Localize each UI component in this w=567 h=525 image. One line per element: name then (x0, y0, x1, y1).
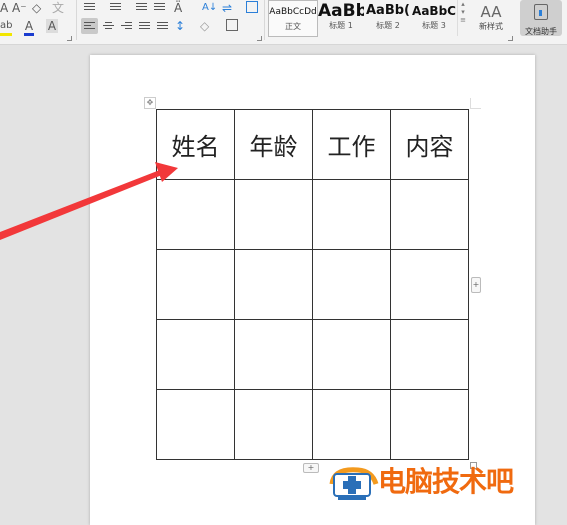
table-cell[interactable]: 工作 (312, 109, 391, 180)
doc-helper-button[interactable]: 文档助手 (520, 0, 562, 36)
table-cell[interactable] (312, 319, 391, 390)
table-cell[interactable]: 内容 (390, 109, 469, 180)
expand-gallery-icon[interactable]: ≡ (458, 16, 468, 24)
table-cell[interactable] (390, 319, 469, 390)
add-row-button[interactable]: + (303, 463, 319, 473)
sort-icon[interactable]: A↓ (202, 1, 217, 15)
doc-helper-icon (534, 4, 548, 20)
grow-font-icon[interactable]: A (0, 1, 8, 15)
table-cell[interactable]: 年龄 (234, 109, 313, 180)
shrink-font-icon[interactable]: A⁻ (12, 1, 27, 15)
table-row (156, 319, 469, 390)
styles-dialog-launcher[interactable] (508, 36, 513, 41)
table-cell[interactable] (156, 249, 235, 320)
table-header-row: 姓名 年龄 工作 内容 (156, 109, 469, 180)
font-color-icon[interactable]: A (24, 19, 34, 36)
paragraph-dialog-launcher[interactable] (257, 36, 262, 41)
table-cell[interactable] (390, 389, 469, 460)
style-gallery-scroll[interactable]: ▴ ▾ ≡ (457, 0, 468, 36)
table-cell[interactable] (390, 179, 469, 250)
table-row (156, 389, 469, 460)
table-cell[interactable]: 姓名 (156, 109, 235, 180)
borders-icon[interactable] (226, 19, 238, 31)
line-spacing-icon[interactable]: ↕ (175, 19, 185, 33)
table-move-handle[interactable]: ✥ (144, 97, 156, 109)
increase-indent-icon[interactable] (154, 3, 165, 12)
table-cell[interactable] (156, 319, 235, 390)
table-row (156, 179, 469, 250)
new-style-button[interactable]: AA 新样式 (472, 2, 510, 32)
table-cell[interactable] (156, 389, 235, 460)
divider (76, 0, 77, 40)
table-cell[interactable] (234, 389, 313, 460)
new-style-icon: AA (480, 3, 502, 21)
phonetic-guide-icon[interactable]: 文 (52, 1, 64, 15)
style-heading-1[interactable]: AaBb 标题 1 (318, 0, 364, 35)
divider (264, 0, 265, 40)
align-left-icon[interactable] (84, 22, 95, 31)
line-spacing-options-icon[interactable]: ⇌ (222, 1, 232, 15)
watermark-logo-icon (329, 467, 379, 500)
table-row (156, 249, 469, 320)
table-cell[interactable] (390, 249, 469, 320)
style-gallery: AaBbCcDd 正文 AaBb 标题 1 AaBb( 标题 2 AaBbC 标… (268, 0, 468, 37)
table-cell[interactable] (156, 179, 235, 250)
font-dialog-launcher[interactable] (67, 36, 72, 41)
highlight-icon[interactable]: ab (0, 19, 13, 36)
borders-panel-icon[interactable] (246, 1, 258, 13)
style-heading-2[interactable]: AaBb( 标题 2 (365, 0, 411, 35)
ribbon-toolbar: A A⁻ ◇ 文 ab A A Ä A↓ ⇌ ↕ ◇ AaBbCcDd 正文 A… (0, 0, 567, 45)
table-cell[interactable] (312, 179, 391, 250)
watermark: 电脑技术吧 (328, 462, 514, 502)
scroll-up-icon[interactable]: ▴ (458, 0, 468, 8)
decrease-indent-icon[interactable] (136, 3, 147, 12)
shading-icon[interactable]: ◇ (200, 19, 209, 33)
char-shading-icon[interactable]: A (46, 19, 58, 33)
numbering-icon[interactable] (110, 3, 121, 12)
table-cell[interactable] (312, 249, 391, 320)
table-cell[interactable] (234, 179, 313, 250)
justify-icon[interactable] (139, 22, 150, 31)
add-column-button[interactable]: + (471, 277, 481, 293)
table-cell[interactable] (312, 389, 391, 460)
align-right-icon[interactable] (121, 22, 132, 31)
table-cell[interactable] (234, 319, 313, 390)
style-heading-3[interactable]: AaBbC 标题 3 (412, 0, 456, 35)
distributed-icon[interactable] (157, 22, 168, 31)
clear-format-icon[interactable]: ◇ (32, 1, 41, 15)
table-cell[interactable] (234, 249, 313, 320)
watermark-text: 电脑技术吧 (378, 465, 514, 498)
style-normal[interactable]: AaBbCcDd 正文 (268, 0, 318, 37)
document-table: 姓名 年龄 工作 内容 (156, 109, 469, 460)
bullets-icon[interactable] (84, 3, 95, 12)
scroll-down-icon[interactable]: ▾ (458, 8, 468, 16)
align-center-icon[interactable] (103, 22, 114, 31)
text-direction-icon[interactable]: Ä (174, 1, 182, 15)
margin-corner-mark (470, 98, 481, 109)
